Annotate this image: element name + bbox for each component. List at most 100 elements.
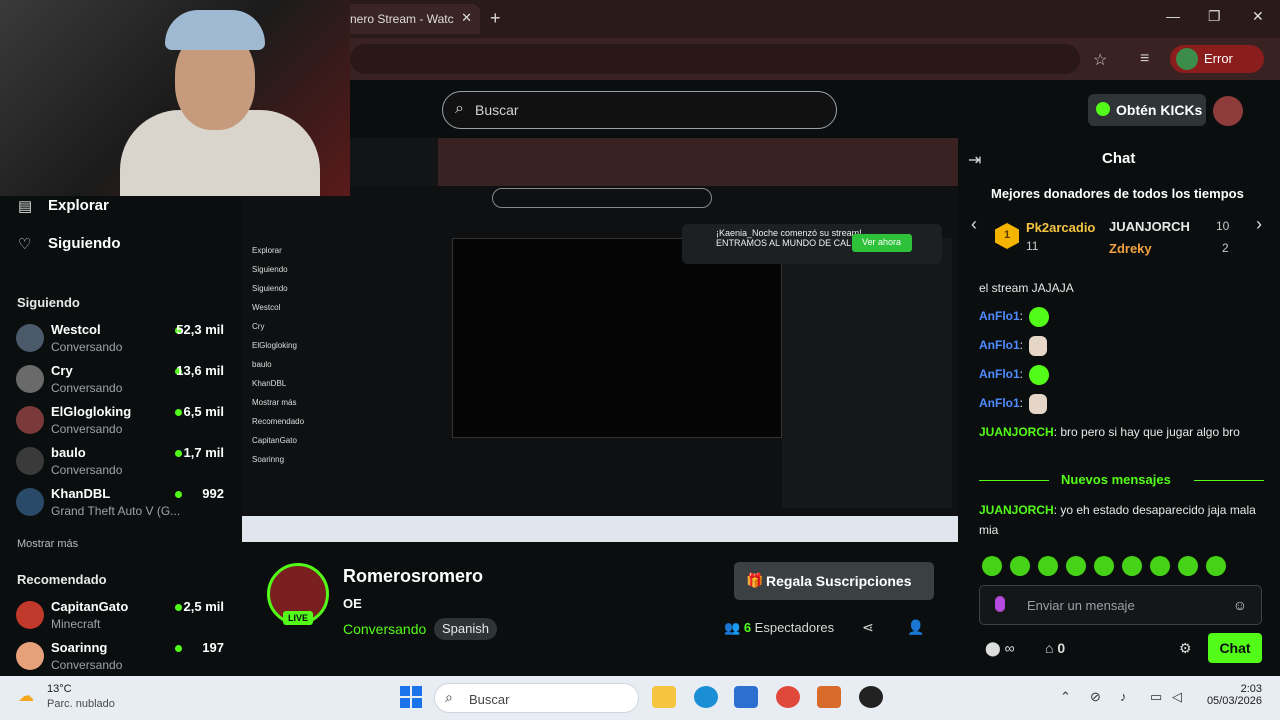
sidebar-channel-westcol[interactable]: Westcol Conversando 52,3 mil (16, 320, 228, 360)
message-username[interactable]: AnFlo1 (979, 367, 1020, 381)
channel-points[interactable]: ⬤ ∞ (985, 640, 1015, 657)
avatar (16, 447, 44, 475)
weather-icon[interactable]: ☁ (18, 686, 34, 706)
send-chat-button[interactable]: Chat (1208, 633, 1262, 663)
nav-following[interactable]: Siguiendo (48, 235, 121, 252)
chevron-up-icon[interactable]: ⌃ (1060, 689, 1071, 705)
video-player[interactable]: Explorar Siguiendo Siguiendo Westcol Cry… (242, 138, 958, 542)
follow-icon[interactable]: 👤 (907, 619, 924, 636)
emote-icon[interactable] (1038, 556, 1058, 576)
viewers-icon: 👥 (724, 620, 741, 635)
sidebar-channel-capitangato[interactable]: CapitanGato Minecraft 2,5 mil (16, 597, 228, 637)
emote-icon[interactable] (1094, 556, 1114, 576)
chevron-right-icon[interactable]: › (1256, 214, 1262, 235)
taskbar-search-label: Buscar (469, 692, 510, 707)
mic-tray-icon[interactable]: ♪ (1120, 689, 1127, 704)
channel-name: Westcol (51, 322, 101, 337)
donor-name[interactable]: JUANJORCH (1109, 219, 1190, 234)
chat-settings-icon[interactable]: ⚙ (1179, 640, 1192, 657)
gift-subs-button[interactable]: 🎁 Regala Suscripciones (734, 562, 934, 600)
recommended-heading: Recomendado (17, 572, 107, 587)
streamer-name[interactable]: Romerosromero (343, 566, 483, 587)
nested-sidebar-item: Westcol (252, 303, 281, 312)
avatar (16, 406, 44, 434)
gift-icon: 🎁 (746, 572, 764, 588)
collapse-chat-icon[interactable]: ⇥ (968, 150, 981, 170)
emoji-icon[interactable]: ☺ (1233, 597, 1247, 613)
heart-icon: ♡ (18, 236, 32, 253)
sidebar-channel-cry[interactable]: Cry Conversando 13,6 mil (16, 361, 228, 401)
windows-start-icon[interactable] (400, 686, 422, 708)
profile-avatar (1176, 48, 1198, 70)
emote-icon[interactable] (1206, 556, 1226, 576)
divider-line (1194, 480, 1264, 481)
channel-name: KhanDBL (51, 486, 111, 501)
user-avatar[interactable] (1213, 96, 1243, 126)
sidebar-channel-baulo[interactable]: baulo Conversando 1,7 mil (16, 443, 228, 483)
channel-category: Conversando (51, 340, 123, 354)
message-username[interactable]: JUANJORCH (979, 425, 1054, 439)
language-tag[interactable]: Spanish (434, 618, 497, 640)
chat-message: AnFlo1: (979, 364, 1259, 385)
donor-count: 10 (1216, 219, 1230, 233)
taskbar-search[interactable]: ⌕ Buscar (434, 683, 639, 713)
chat-message: AnFlo1: (979, 393, 1259, 414)
message-username[interactable]: JUANJORCH (979, 503, 1054, 517)
sidebar-channel-elglogloking[interactable]: ElGlogloking Conversando 6,5 mil (16, 402, 228, 442)
volume-icon[interactable]: ◁ (1172, 689, 1182, 705)
maximize-button[interactable]: ❐ (1208, 8, 1221, 25)
viewers-label: Espectadores (754, 620, 835, 635)
emote-icon[interactable] (982, 556, 1002, 576)
address-bar[interactable] (350, 44, 1080, 74)
donor-name[interactable]: Zdreky (1109, 241, 1152, 256)
share-icon[interactable]: ⋖ (862, 619, 874, 636)
sidebar-channel-khandbl[interactable]: KhanDBL Grand Theft Auto V (G... 992 (16, 484, 228, 524)
emote-icon[interactable] (1066, 556, 1086, 576)
show-more-link[interactable]: Mostrar más (17, 538, 78, 550)
bookmark-star-icon[interactable]: ☆ (1093, 50, 1107, 70)
emote-icon[interactable] (1178, 556, 1198, 576)
weather-temp: 13°C (47, 683, 72, 695)
edge-icon[interactable] (694, 686, 718, 708)
message-username[interactable]: AnFlo1 (979, 309, 1020, 323)
microphone-icon[interactable] (995, 596, 1005, 612)
explore-icon: ▤ (18, 198, 33, 215)
emote-icon[interactable] (1122, 556, 1142, 576)
system-clock[interactable]: 2:03 05/03/2026 (1200, 683, 1262, 707)
live-badge: LIVE (283, 611, 313, 625)
display-icon[interactable]: ▭ (1150, 689, 1162, 705)
message-username[interactable]: AnFlo1 (979, 396, 1020, 410)
donor-name[interactable]: Pk2arcadio (1026, 220, 1095, 235)
viewer-count: 2,5 mil (183, 599, 224, 614)
nested-chat (782, 238, 952, 508)
stream-category[interactable]: Conversando (343, 621, 426, 637)
browser-tab[interactable]: nero Stream - Watc ✕ (340, 4, 480, 34)
tab-close-icon[interactable]: ✕ (461, 10, 472, 26)
file-explorer-icon[interactable] (652, 686, 676, 708)
network-icon[interactable]: ⊘ (1090, 689, 1101, 705)
store-app-icon[interactable] (734, 686, 758, 708)
close-window-button[interactable]: ✕ (1252, 8, 1264, 25)
kicks-icon (1096, 102, 1110, 116)
nested-browser-chrome (438, 138, 958, 186)
chevron-left-icon[interactable]: ‹ (971, 214, 977, 235)
minimize-button[interactable]: — (1166, 8, 1180, 24)
chat-input[interactable]: Enviar un mensaje ☺ (979, 585, 1262, 625)
emote-icon[interactable] (1010, 556, 1030, 576)
chrome-icon[interactable] (776, 686, 800, 708)
media-control-icon[interactable]: ≡ (1140, 50, 1149, 68)
channel-category: Conversando (51, 381, 123, 395)
obs-icon[interactable] (859, 686, 883, 708)
avatar (16, 324, 44, 352)
search-input[interactable]: ⌕ Buscar (442, 91, 837, 129)
emote-icon (1029, 306, 1050, 327)
audio-app-icon[interactable] (817, 686, 841, 708)
nav-explore[interactable]: Explorar (48, 197, 109, 214)
sidebar-channel-soarinng[interactable]: Soarinng Conversando 197 (16, 638, 228, 678)
message-username[interactable]: AnFlo1 (979, 338, 1020, 352)
channel-name: Soarinng (51, 640, 108, 655)
store-button[interactable]: ⌂ 0 (1045, 640, 1065, 656)
chat-message: el stream JAJAJA (979, 278, 1259, 298)
emote-icon[interactable] (1150, 556, 1170, 576)
new-tab-button[interactable]: + (490, 8, 501, 29)
